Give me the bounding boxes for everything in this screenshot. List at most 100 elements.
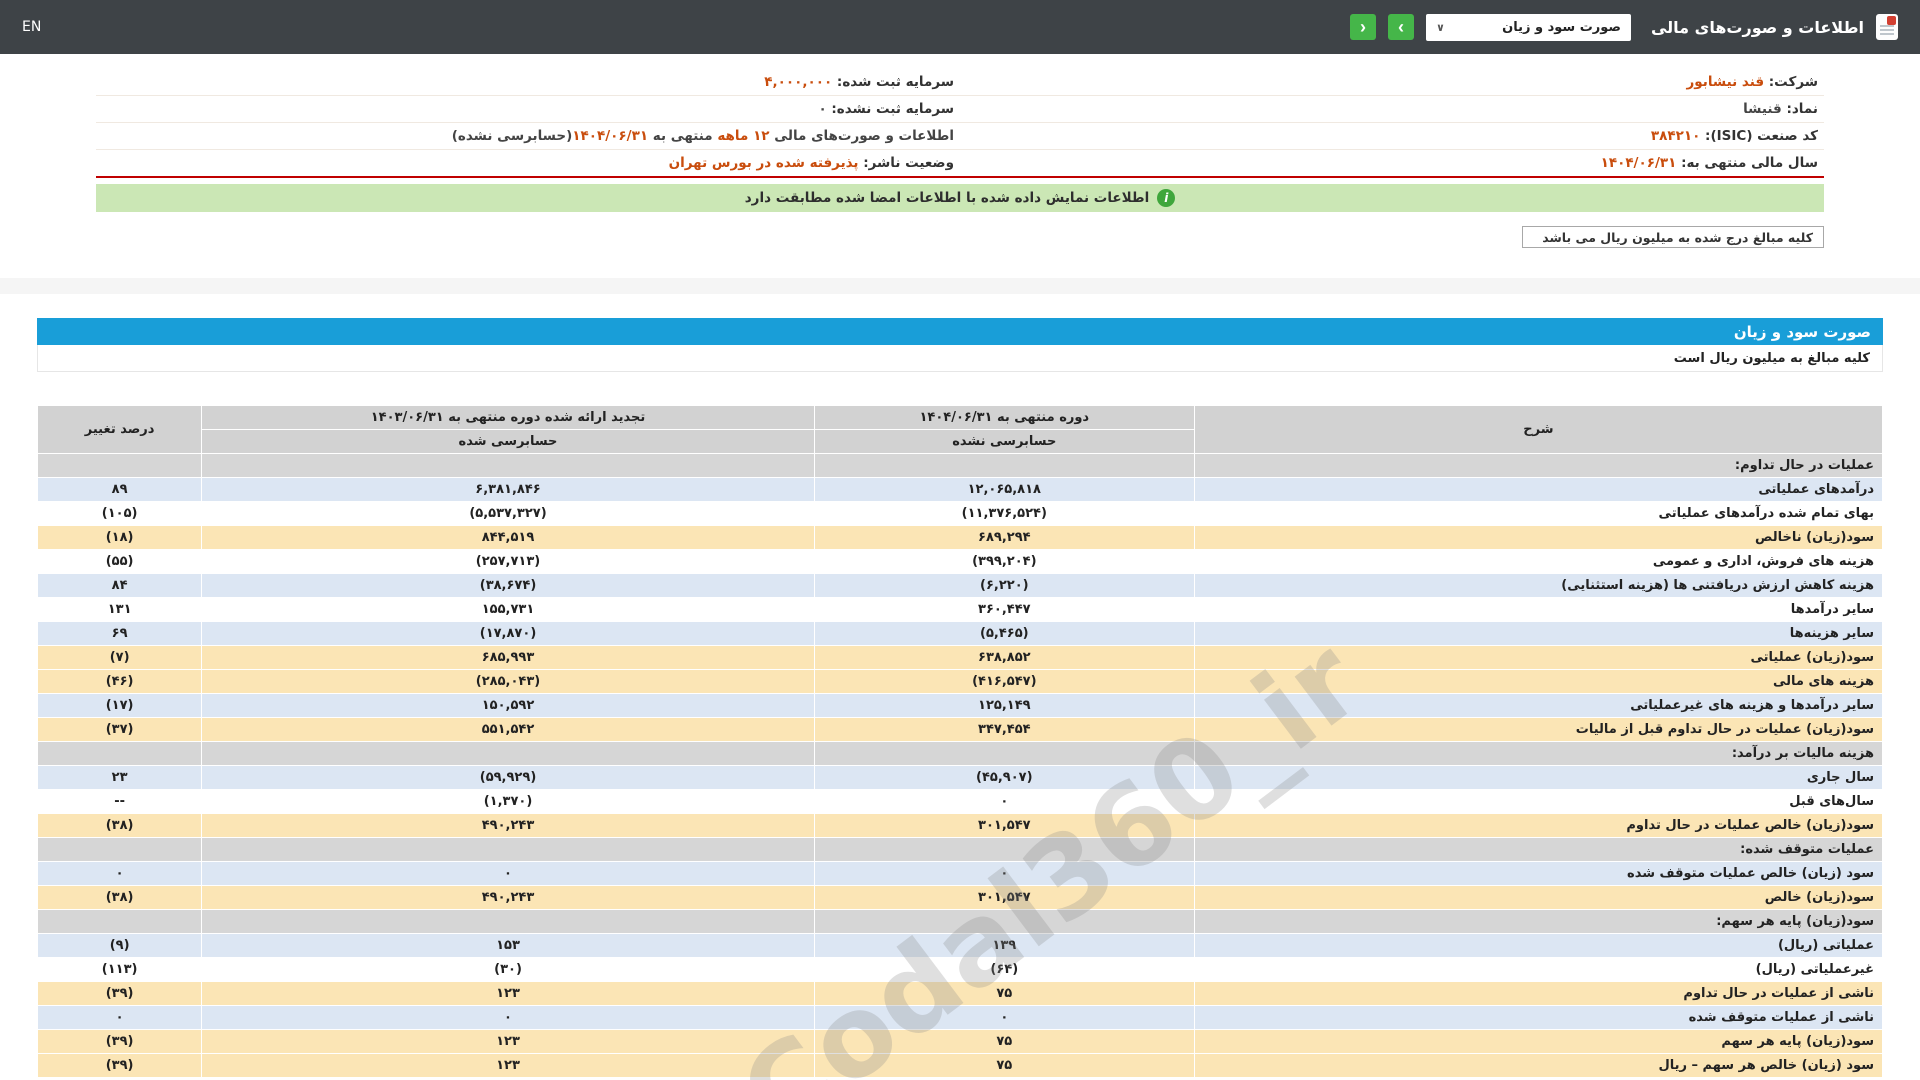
row-change-percent: ۶۹ [38, 622, 202, 646]
row-prior-value: ۸۴۴,۵۱۹ [202, 526, 815, 550]
company-info-row: کد صنعت (ISIC): ۳۸۴۲۱۰اطلاعات و صورت‌های… [96, 123, 1824, 150]
row-current-value: ۳۶۰,۴۴۷ [814, 598, 1194, 622]
company-info-cell: کد صنعت (ISIC): ۳۸۴۲۱۰ [960, 123, 1824, 150]
row-prior-value: (۳۰) [202, 958, 815, 982]
unit-note-box: کلیه مبالغ درج شده به میلیون ریال می باش… [1522, 226, 1824, 248]
row-current-value: ۱۳۹ [814, 934, 1194, 958]
income-data-row: ناشی از عملیات در حال تداوم۷۵۱۲۳(۳۹) [38, 982, 1883, 1006]
row-change-percent: (۱۷) [38, 694, 202, 718]
income-table-body: عملیات در حال تداوم:درآمدهای عملیاتی۱۲,۰… [38, 454, 1883, 1080]
row-change-percent: (۱۸) [38, 526, 202, 550]
col-header-change: درصد تغییر [38, 406, 202, 454]
row-current-value: ۶۳۸,۸۵۲ [814, 646, 1194, 670]
navbar-title: اطلاعات و صورت‌های مالی [1651, 18, 1864, 37]
row-change-percent: (۷) [38, 646, 202, 670]
row-label: سایر درآمدها و هزینه های غیرعملیاتی [1194, 694, 1882, 718]
row-change-percent: (۳۸) [38, 886, 202, 910]
row-prior-value: ۵۵۱,۵۴۲ [202, 718, 815, 742]
row-label: هزینه های فروش، اداری و عمومی [1194, 550, 1882, 574]
row-current-value: (۳۹۹,۲۰۴) [814, 550, 1194, 574]
row-prior-value: ۱۲۳ [202, 982, 815, 1006]
row-change-percent: ۰ [38, 1006, 202, 1030]
row-change-percent: (۳۹) [38, 1054, 202, 1078]
row-label: بهای تمام شده درآمدهای عملیاتی [1194, 502, 1882, 526]
company-info-cell: شرکت: قند نیشابور [960, 69, 1824, 96]
row-label: عملیاتی (ریال) [1194, 934, 1882, 958]
income-statement-section: صورت سود و زیان کلیه مبالغ به میلیون ریا… [37, 318, 1883, 1080]
info-circle-icon: i [1157, 189, 1175, 207]
income-data-row: ناشی از عملیات متوقف شده۰۰۰ [38, 1006, 1883, 1030]
row-current-value: (۶,۲۲۰) [814, 574, 1194, 598]
row-change-percent: (۳۷) [38, 718, 202, 742]
row-current-value: ۷۵ [814, 982, 1194, 1006]
row-change-percent: ۱۳۱ [38, 598, 202, 622]
language-toggle[interactable]: EN [22, 19, 41, 35]
row-label: سایر هزینه‌ها [1194, 622, 1882, 646]
row-current-value: (۵,۴۶۵) [814, 622, 1194, 646]
next-report-button[interactable]: ‹ [1388, 14, 1414, 40]
row-label: سود(زیان) خالص عملیات در حال تداوم [1194, 814, 1882, 838]
row-change-percent: ۸۹ [38, 478, 202, 502]
row-current-value: (۱۱,۳۷۶,۵۲۴) [814, 502, 1194, 526]
row-prior-value [202, 910, 815, 934]
income-data-row: هزینه های فروش، اداری و عمومی(۳۹۹,۲۰۴)(۲… [38, 550, 1883, 574]
company-info-cell: نماد: قنیشا [960, 96, 1824, 123]
income-data-row: سود(زیان) عملیاتی۶۳۸,۸۵۲۶۸۵,۹۹۳(۷) [38, 646, 1883, 670]
prev-report-button[interactable]: › [1350, 14, 1376, 40]
row-label: سود(زیان) پایه هر سهم [1194, 1030, 1882, 1054]
row-change-percent: -- [38, 790, 202, 814]
row-change-percent [38, 910, 202, 934]
income-data-row: بهای تمام شده درآمدهای عملیاتی(۱۱,۳۷۶,۵۲… [38, 502, 1883, 526]
row-prior-value: (۲۸۵,۰۴۳) [202, 670, 815, 694]
row-prior-value: (۳۸,۶۷۴) [202, 574, 815, 598]
income-data-row: سال جاری(۴۵,۹۰۷)(۵۹,۹۲۹)۲۳ [38, 766, 1883, 790]
income-data-row: سایر هزینه‌ها(۵,۴۶۵)(۱۷,۸۷۰)۶۹ [38, 622, 1883, 646]
income-data-row: سال‌های قبل۰(۱,۳۷۰)-- [38, 790, 1883, 814]
income-data-row: هزینه کاهش ارزش دریافتنی ها (هزینه استثن… [38, 574, 1883, 598]
row-label: عملیات در حال تداوم: [1194, 454, 1882, 478]
income-data-row: درآمدهای عملیاتی۱۲,۰۶۵,۸۱۸۶,۳۸۱,۸۴۶۸۹ [38, 478, 1883, 502]
info-text-segment: (حسابرسی نشده) [452, 128, 573, 144]
row-current-value: (۶۴) [814, 958, 1194, 982]
income-statement-table: شرح دوره منتهی به ۱۴۰۴/۰۶/۳۱ تجدید ارائه… [37, 405, 1883, 1080]
row-current-value: ۳۰۱,۵۴۷ [814, 886, 1194, 910]
col-header-prior-period: تجدید ارائه شده دوره منتهی به ۱۴۰۳/۰۶/۳۱ [202, 406, 815, 430]
row-label: سود(زیان) عملیاتی [1194, 646, 1882, 670]
row-prior-value: (۱,۳۷۰) [202, 790, 815, 814]
company-info-cell: سرمایه ثبت شده: ۴,۰۰۰,۰۰۰ [96, 69, 960, 96]
info-field-value: ۱۴۰۴/۰۶/۳۱ [1601, 155, 1677, 171]
row-change-percent [38, 838, 202, 862]
row-change-percent: ۲۳ [38, 766, 202, 790]
row-label: درآمدهای عملیاتی [1194, 478, 1882, 502]
row-current-value: ۰ [814, 1006, 1194, 1030]
company-info-table: شرکت: قند نیشابورسرمایه ثبت شده: ۴,۰۰۰,۰… [96, 69, 1824, 178]
company-info-cell: اطلاعات و صورت‌های مالی ۱۲ ماهه منتهی به… [96, 123, 960, 150]
company-info-section: شرکت: قند نیشابورسرمایه ثبت شده: ۴,۰۰۰,۰… [96, 69, 1824, 178]
info-field-label: سرمایه ثبت شده: [832, 74, 954, 90]
row-change-percent [38, 454, 202, 478]
income-data-row: هزینه های مالی(۴۱۶,۵۴۷)(۲۸۵,۰۴۳)(۴۶) [38, 670, 1883, 694]
income-data-row: سود(زیان) خالص عملیات در حال تداوم۳۰۱,۵۴… [38, 814, 1883, 838]
row-change-percent: ۸۴ [38, 574, 202, 598]
row-prior-value [202, 454, 815, 478]
income-data-row: سود(زیان) عملیات در حال تداوم قبل از مال… [38, 718, 1883, 742]
row-prior-value: ۱۲۳ [202, 1030, 815, 1054]
report-type-select[interactable]: صورت سود و زیان ∨ [1426, 14, 1631, 41]
income-data-row: سایر درآمدها و هزینه های غیرعملیاتی۱۲۵,۱… [38, 694, 1883, 718]
report-type-selected-value: صورت سود و زیان [1502, 20, 1621, 35]
row-prior-value: ۱۵۰,۵۹۲ [202, 694, 815, 718]
row-change-percent: (۹) [38, 934, 202, 958]
info-field-value: پذیرفته شده در بورس تهران [669, 155, 859, 171]
row-current-value [814, 742, 1194, 766]
row-label: عملیات متوقف شده: [1194, 838, 1882, 862]
row-change-percent: (۴۶) [38, 670, 202, 694]
row-label: سود (زیان) خالص هر سهم – ریال [1194, 1054, 1882, 1078]
statement-title: صورت سود و زیان [1734, 323, 1871, 341]
row-current-value [814, 454, 1194, 478]
income-data-row: سود(زیان) پایه هر سهم۷۵۱۲۳(۳۹) [38, 1030, 1883, 1054]
row-label: هزینه کاهش ارزش دریافتنی ها (هزینه استثن… [1194, 574, 1882, 598]
row-change-percent: (۱۰۵) [38, 502, 202, 526]
row-prior-value: ۶۸۵,۹۹۳ [202, 646, 815, 670]
company-info-cell: سال مالی منتهی به: ۱۴۰۴/۰۶/۳۱ [960, 150, 1824, 178]
row-prior-value [202, 838, 815, 862]
